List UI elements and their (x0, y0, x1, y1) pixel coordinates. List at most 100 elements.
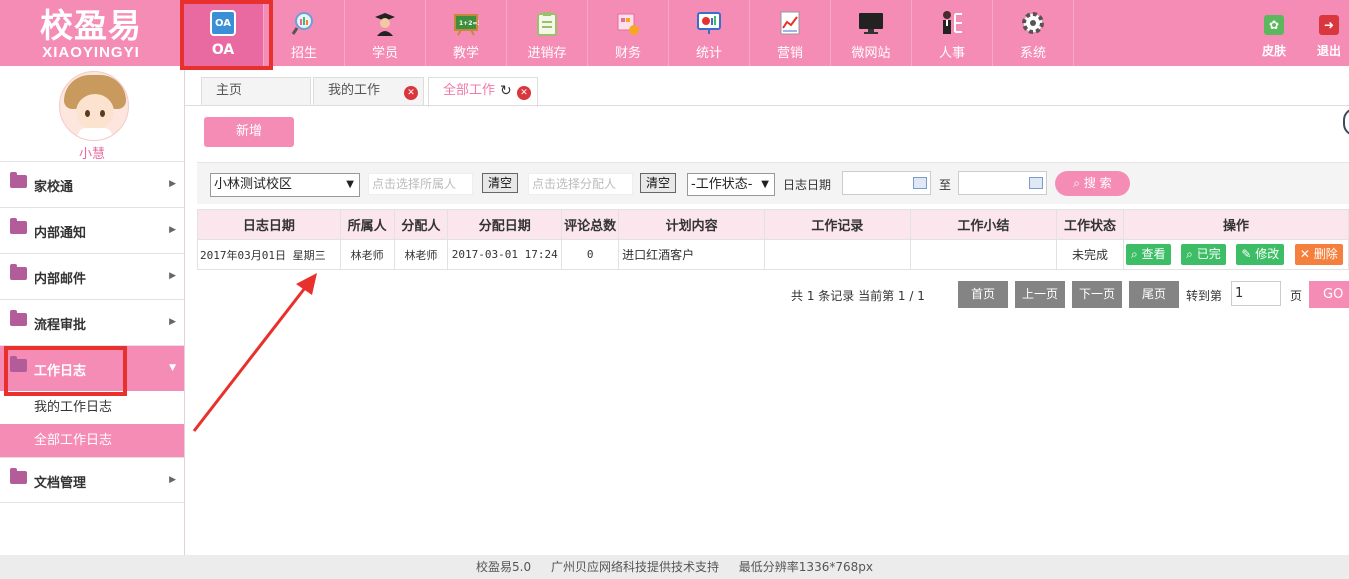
nav-inventory[interactable]: 进销存 (507, 0, 588, 66)
column-header[interactable]: 计划内容 (618, 209, 766, 240)
tab-bar: 主页 我的工作 ✕ 全部工作 ↻ ✕ (185, 66, 1349, 107)
logout-button[interactable]: ➜ 退出 (1309, 0, 1349, 66)
close-icon[interactable]: ✕ (517, 86, 531, 100)
folder-icon (10, 264, 27, 280)
refresh-icon[interactable]: ↻ (500, 78, 512, 104)
chevron-down-icon: ▼ (169, 363, 176, 373)
column-header[interactable]: 工作状态 (1056, 209, 1124, 240)
date-from-input[interactable] (842, 171, 931, 195)
user-panel: 小慧 (0, 66, 184, 162)
calendar-icon (1029, 177, 1043, 189)
magnifier-icon: ⌕ (1186, 247, 1197, 261)
column-header[interactable]: 分配人 (393, 209, 449, 240)
nav-label: 教学 (452, 46, 479, 61)
column-header[interactable]: 分配日期 (447, 209, 563, 240)
tab-all-work[interactable]: 全部工作 ↻ ✕ (428, 77, 538, 107)
folder-icon (10, 468, 27, 484)
search-button[interactable]: ⌕ 搜 索 (1055, 171, 1130, 196)
sidebar-item-label: 内部邮件 (34, 272, 87, 287)
brand-logo: 校盈易 XIAOYINGYI (0, 0, 182, 66)
page-number-input[interactable]: 1 (1231, 281, 1281, 306)
calendar-icon (913, 177, 927, 189)
go-button[interactable]: GO (1309, 281, 1349, 308)
edit-button[interactable]: ✎ 修改 (1236, 244, 1285, 265)
nav-hr[interactable]: 人事 (912, 0, 993, 66)
delete-button[interactable]: ✕ 删除 (1294, 244, 1343, 265)
chevron-right-icon: ▶ (169, 271, 176, 281)
nav-marketing[interactable]: 营销 (750, 0, 831, 66)
tab-label: 我的工作 (328, 83, 381, 98)
next-page-button[interactable]: 下一页 (1072, 281, 1122, 308)
tab-my-work[interactable]: 我的工作 ✕ (313, 77, 424, 106)
tab-label: 主页 (216, 83, 243, 98)
cell-assigned-date: 2017-03-01 17:24 (447, 239, 563, 270)
prev-page-button[interactable]: 上一页 (1015, 281, 1065, 308)
user-name: 小慧 (78, 147, 105, 162)
clear-assignee-button[interactable]: 清空 (640, 173, 677, 193)
blackboard-icon: 1+2=3 (453, 10, 479, 36)
top-tools: ✿ 皮肤 ➜ 退出 (1239, 0, 1349, 66)
close-icon[interactable]: ✕ (404, 86, 418, 100)
folder-icon (10, 172, 27, 188)
column-header[interactable]: 所属人 (339, 209, 395, 240)
folder-icon (10, 218, 27, 234)
sidebar-item-label: 内部通知 (34, 226, 87, 241)
marketing-chart-icon (777, 10, 803, 36)
search-icon: ⌕ (1073, 176, 1081, 190)
tab-home[interactable]: 主页 (201, 77, 311, 106)
nav-teaching[interactable]: 1+2=3 教学 (426, 0, 507, 66)
sidebar-item-home-school[interactable]: 家校通 ▶ (0, 161, 184, 207)
column-header[interactable]: 工作小结 (909, 209, 1058, 240)
add-button[interactable]: 新增 (204, 117, 294, 147)
pencil-icon: ✎ (1241, 247, 1256, 261)
skin-label: 皮肤 (1261, 44, 1286, 58)
complete-button[interactable]: ⌕ 已完 (1181, 244, 1226, 265)
sidebar: 小慧 家校通 ▶ 内部通知 ▶ 内部邮件 ▶ 流程审批 ▶ 工作日志 ▼ 我的工… (0, 66, 185, 555)
assignee-input[interactable]: 点击选择分配人 (528, 173, 633, 195)
cell-assignee: 林老师 (393, 239, 449, 270)
annotation-arrow (192, 273, 317, 432)
first-page-button[interactable]: 首页 (958, 281, 1008, 308)
column-header[interactable]: 日志日期 (197, 209, 341, 240)
chevron-right-icon: ▶ (169, 475, 176, 485)
last-page-button[interactable]: 尾页 (1129, 281, 1179, 308)
nav-microsite[interactable]: 微网站 (831, 0, 912, 66)
sidebar-item-notice[interactable]: 内部通知 ▶ (0, 207, 184, 253)
clear-owner-button[interactable]: 清空 (482, 173, 519, 193)
view-button[interactable]: ⌕ 查看 (1125, 244, 1171, 265)
graduate-icon (372, 10, 398, 36)
sidebar-item-mail[interactable]: 内部邮件 ▶ (0, 253, 184, 299)
side-circle-icon (1343, 108, 1349, 136)
avatar[interactable] (59, 71, 129, 141)
dropdown-arrow-icon: ▼ (346, 179, 354, 190)
person-org-icon (939, 10, 965, 36)
footer-resolution: 最低分辨率1336*768px (738, 560, 873, 574)
column-header[interactable]: 工作记录 (764, 209, 911, 240)
nav-system[interactable]: 系统 (993, 0, 1074, 66)
nav-label: 微网站 (851, 46, 891, 61)
sidebar-subitem-all-worklog[interactable]: 全部工作日志 (0, 424, 184, 457)
table-row[interactable]: 2017年03月01日 星期三 林老师 林老师 2017-03-01 17:24… (197, 239, 1349, 270)
chevron-right-icon: ▶ (169, 179, 176, 189)
statistics-icon (696, 10, 722, 36)
cell-status: 未完成 (1056, 239, 1124, 270)
owner-input[interactable]: 点击选择所属人 (368, 173, 473, 195)
sidebar-item-approval[interactable]: 流程审批 ▶ (0, 299, 184, 345)
nav-students[interactable]: 学员 (345, 0, 426, 66)
nav-finance[interactable]: 财务 (588, 0, 669, 66)
nav-label: 招生 (290, 46, 317, 61)
brand-title-cn: 校盈易 (40, 6, 142, 45)
sidebar-item-docs[interactable]: 文档管理 ▶ (0, 457, 184, 503)
nav-recruit[interactable]: 招生 (264, 0, 345, 66)
tab-label: 全部工作 (443, 83, 496, 98)
status-select[interactable]: -工作状态- ▼ (687, 173, 775, 196)
nav-statistics[interactable]: 统计 (669, 0, 750, 66)
nav-label: 财务 (614, 46, 641, 61)
cell-comments: 0 (561, 239, 620, 270)
date-to-input[interactable] (958, 171, 1047, 195)
skin-button[interactable]: ✿ 皮肤 (1239, 0, 1309, 66)
campus-select[interactable]: 小林测试校区 ▼ (210, 173, 360, 197)
to-label: 至 (939, 178, 952, 192)
clipboard-icon (534, 10, 560, 36)
column-header[interactable]: 评论总数 (561, 209, 620, 240)
